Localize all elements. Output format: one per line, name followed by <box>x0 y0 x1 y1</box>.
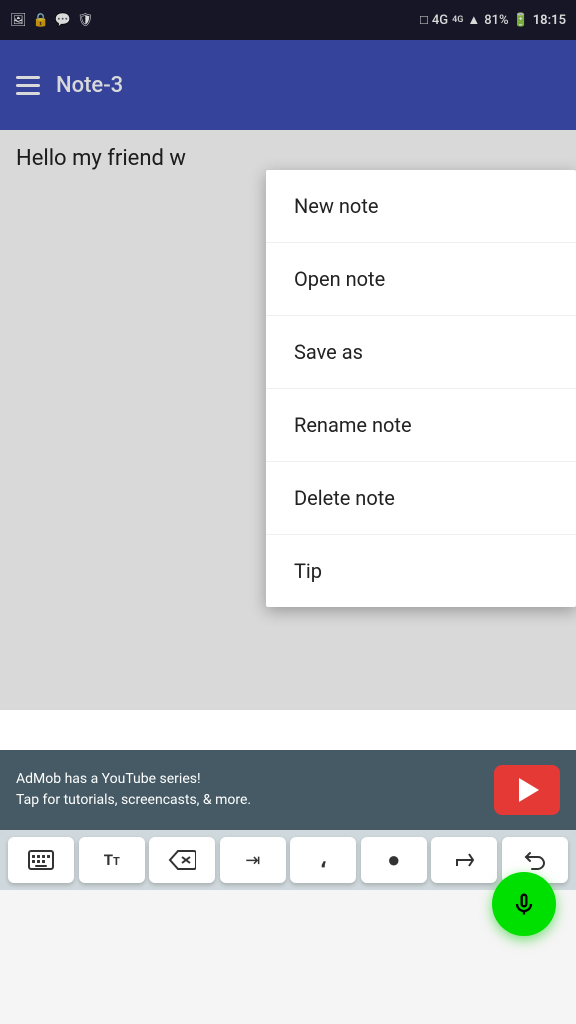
enter-btn[interactable] <box>431 837 497 883</box>
app-title: Note-3 <box>56 73 123 98</box>
menu-button[interactable] <box>16 76 40 95</box>
youtube-play-icon <box>519 778 539 802</box>
youtube-button[interactable] <box>494 765 560 815</box>
network-indicator: □ <box>420 12 428 28</box>
status-bar: 🖼 🔒 💬 🛡 □ 4G 4G ▲ 81% 🔋 18:15 <box>0 0 576 40</box>
battery-icon: 🔋 <box>513 13 529 28</box>
photo-icon: 🖼 <box>10 13 27 28</box>
ad-line2: Tap for tutorials, screencasts, & more. <box>16 790 478 811</box>
menu-item-new-note[interactable]: New note <box>266 170 576 243</box>
tab-icon: ⇥ <box>245 850 260 871</box>
ad-text: AdMob has a YouTube series! Tap for tuto… <box>16 769 478 811</box>
backspace-icon <box>168 849 196 871</box>
mic-icon <box>510 890 538 918</box>
bullet-icon: ● <box>387 847 400 873</box>
ad-line1: AdMob has a YouTube series! <box>16 769 478 790</box>
status-left-icons: 🖼 🔒 💬 🛡 <box>10 13 93 28</box>
menu-item-open-note[interactable]: Open note <box>266 243 576 316</box>
enter-icon <box>451 850 477 870</box>
clock: 18:15 <box>533 13 566 28</box>
undo-icon <box>522 849 548 871</box>
ad-banner[interactable]: AdMob has a YouTube series! Tap for tuto… <box>0 750 576 830</box>
shield-icon: 🛡 <box>77 13 94 28</box>
signal-label: 4G <box>432 13 448 28</box>
comma-icon: ، <box>320 848 327 873</box>
status-right-info: □ 4G 4G ▲ 81% 🔋 18:15 <box>420 12 566 28</box>
menu-item-rename-note[interactable]: Rename note <box>266 389 576 462</box>
tab-btn[interactable]: ⇥ <box>220 837 286 883</box>
keyboard-toolbar: TT ⇥ ، ● <box>0 830 576 890</box>
signal-bars: ▲ <box>467 12 480 28</box>
battery-percent: 81% <box>484 13 508 28</box>
keyboard-toggle-btn[interactable] <box>8 837 74 883</box>
menu-item-tip[interactable]: Tip <box>266 535 576 607</box>
signal-superscript: 4G <box>452 15 463 25</box>
app-bar: Note-3 <box>0 40 576 130</box>
menu-item-delete-note[interactable]: Delete note <box>266 462 576 535</box>
comma-btn[interactable]: ، <box>290 837 356 883</box>
main-content: Hello my friend w New note Open note Sav… <box>0 130 576 750</box>
text-size-icon: TT <box>104 851 120 869</box>
backspace-btn[interactable] <box>149 837 215 883</box>
keyboard-icon <box>28 850 54 870</box>
bullet-btn[interactable]: ● <box>361 837 427 883</box>
menu-item-save-as[interactable]: Save as <box>266 316 576 389</box>
text-size-btn[interactable]: TT <box>79 837 145 883</box>
message-icon: 💬 <box>55 13 71 28</box>
lock-icon: 🔒 <box>33 13 49 28</box>
mic-fab-button[interactable] <box>492 872 556 936</box>
context-menu: New note Open note Save as Rename note D… <box>266 170 576 607</box>
note-text[interactable]: Hello my friend w <box>16 146 186 171</box>
